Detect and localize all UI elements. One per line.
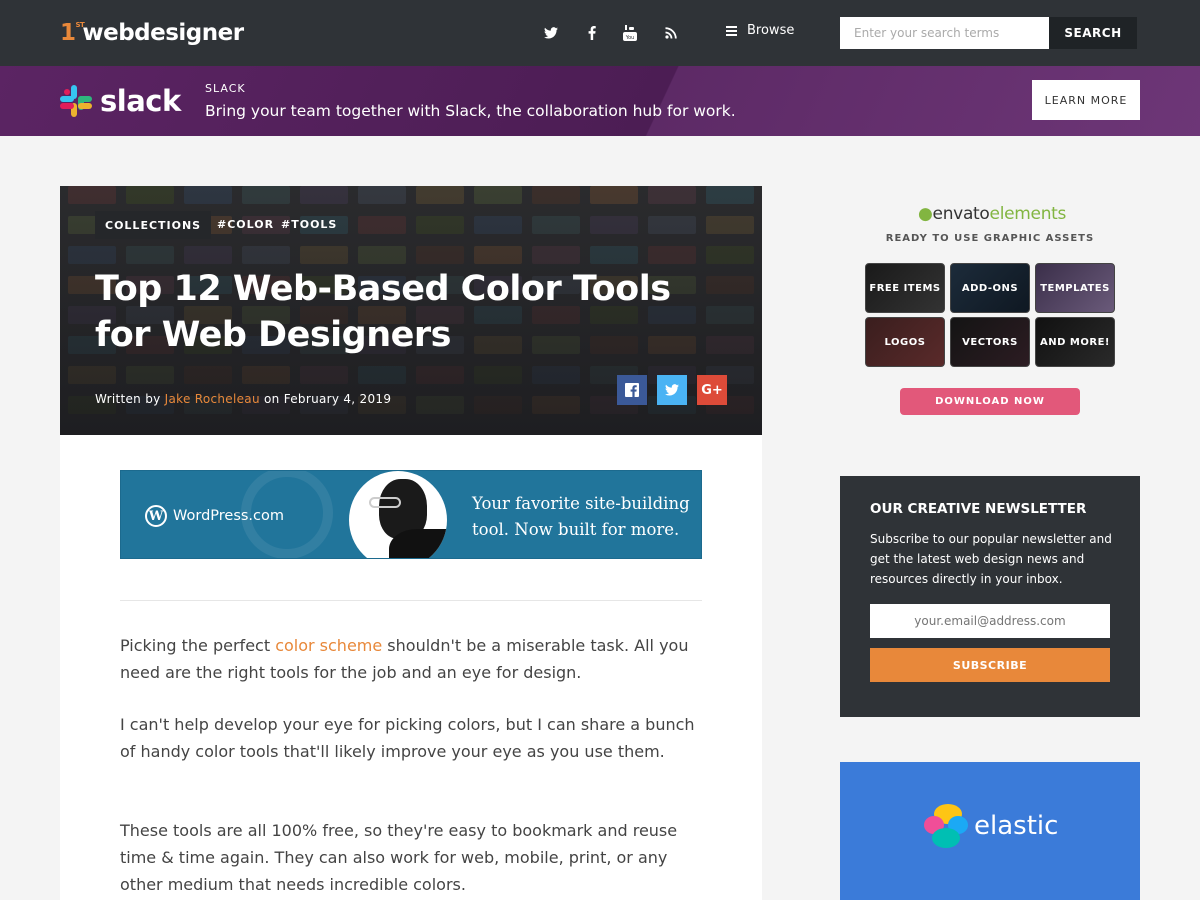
envato-subtitle: READY TO USE GRAPHIC ASSETS — [885, 233, 1095, 244]
search-button[interactable]: SEARCH — [1049, 17, 1137, 49]
wordpress-tagline: Your favorite site-building tool. Now bu… — [472, 494, 690, 539]
wordpress-brand-text: WordPress.com — [173, 508, 285, 524]
slack-logo: slack — [60, 84, 181, 118]
slack-logo-text: slack — [100, 84, 181, 118]
tag-color[interactable]: #COLOR — [217, 218, 274, 231]
byline: Written by Jake Rocheleau on February 4,… — [95, 392, 391, 406]
download-now-button[interactable]: DOWNLOAD NOW — [900, 388, 1080, 415]
wordpress-ad-portrait — [349, 471, 447, 558]
elastic-cluster-icon — [924, 804, 968, 848]
article-paragraph-1: Picking the perfect color scheme shouldn… — [120, 636, 689, 682]
elastic-logo: elastic — [924, 804, 1058, 848]
wordpress-brand: W WordPress.com — [145, 505, 284, 527]
facebook-icon[interactable] — [583, 24, 601, 42]
envato-tile-vectors[interactable]: VECTORS — [950, 317, 1030, 367]
author-link[interactable]: Jake Rocheleau — [165, 392, 260, 406]
slack-hash-icon — [60, 85, 92, 117]
top-navbar: 1STwebdesigner You Browse SEARCH — [0, 0, 1200, 66]
elastic-logo-text: elastic — [974, 811, 1059, 841]
svg-text:You: You — [625, 35, 635, 41]
logo-superscript: ST — [75, 21, 85, 29]
envato-tile-free-items[interactable]: FREE ITEMS — [865, 263, 945, 313]
browse-menu-button[interactable]: Browse — [726, 23, 794, 38]
twitter-icon — [665, 384, 679, 396]
category-tag[interactable]: COLLECTIONS — [95, 211, 212, 239]
tag-tools[interactable]: #TOOLS — [281, 218, 337, 231]
newsletter-title: OUR CREATIVE NEWSLETTER — [870, 501, 1087, 517]
envato-tile-templates[interactable]: TEMPLATES — [1035, 263, 1115, 313]
site-logo[interactable]: 1STwebdesigner — [60, 20, 244, 46]
hamburger-icon — [726, 24, 737, 38]
rss-icon[interactable] — [662, 24, 680, 42]
elastic-ad[interactable]: elastic — [840, 762, 1140, 900]
envato-leaf-icon: ● — [918, 204, 933, 224]
newsletter-box: OUR CREATIVE NEWSLETTER Subscribe to our… — [840, 476, 1140, 717]
twitter-icon[interactable] — [542, 24, 560, 42]
logo-prefix: 1 — [60, 20, 76, 46]
logo-text: webdesigner — [82, 20, 244, 46]
youtube-icon[interactable]: You — [621, 24, 639, 42]
share-googleplus-button[interactable]: G+ — [697, 375, 727, 405]
slack-tagline: Bring your team together with Slack, the… — [205, 102, 736, 120]
learn-more-button[interactable]: LEARN MORE — [1032, 80, 1140, 120]
envato-logo: ●envatoelements — [918, 204, 1067, 224]
slack-kicker: SLACK — [205, 82, 246, 95]
browse-label: Browse — [747, 23, 795, 38]
article-title: Top 12 Web-Based Color Tools for Web Des… — [95, 269, 671, 355]
article-hero: COLLECTIONS #COLOR #TOOLS Top 12 Web-Bas… — [60, 186, 762, 435]
article-paragraph-3: These tools are all 100% free, so they'r… — [120, 821, 678, 894]
date-prefix: on — [264, 392, 280, 406]
article-body: W WordPress.com Your favorite site-build… — [60, 435, 762, 900]
envato-tile-add-ons[interactable]: ADD-ONS — [950, 263, 1030, 313]
newsletter-description: Subscribe to our popular newsletter and … — [870, 532, 1112, 586]
wordpress-ad[interactable]: W WordPress.com Your favorite site-build… — [120, 470, 702, 559]
color-scheme-link[interactable]: color scheme — [275, 636, 382, 655]
share-twitter-button[interactable] — [657, 375, 687, 405]
divider — [120, 600, 702, 601]
share-facebook-button[interactable] — [617, 375, 647, 405]
publish-date: February 4, 2019 — [283, 392, 392, 406]
article-paragraph-2: I can't help develop your eye for pickin… — [120, 715, 695, 761]
wordpress-icon: W — [145, 505, 167, 527]
subscribe-button[interactable]: SUBSCRIBE — [870, 648, 1110, 682]
envato-elements-ad[interactable]: ●envatoelements READY TO USE GRAPHIC ASS… — [840, 186, 1140, 436]
facebook-icon — [625, 383, 639, 397]
search-input[interactable] — [840, 17, 1049, 49]
written-by-label: Written by — [95, 392, 161, 406]
envato-tile-and-more[interactable]: AND MORE! — [1035, 317, 1115, 367]
newsletter-email-input[interactable] — [870, 604, 1110, 638]
envato-tile-logos[interactable]: LOGOS — [865, 317, 945, 367]
slack-ad-banner[interactable]: slack SLACK Bring your team together wit… — [0, 66, 1200, 136]
